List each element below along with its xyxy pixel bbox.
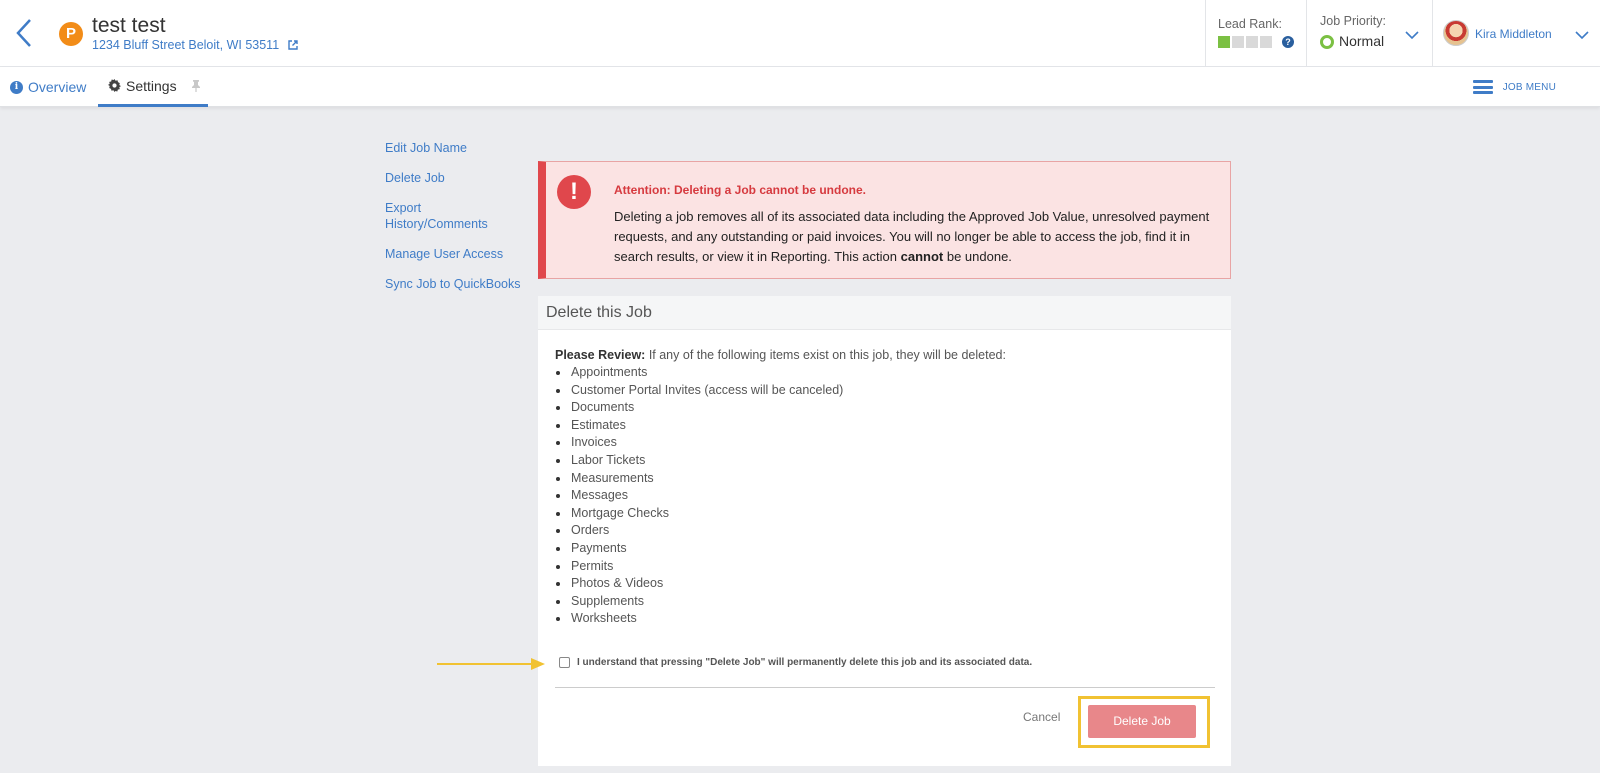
- job-priority-label: Job Priority:: [1320, 14, 1386, 28]
- lead-rank-box: [1246, 36, 1258, 48]
- side-menu-delete-job[interactable]: Delete Job: [385, 170, 525, 186]
- delete-job-button[interactable]: Delete Job: [1088, 705, 1196, 738]
- lead-rank-box: [1218, 36, 1230, 48]
- priority-status-icon: [1320, 35, 1334, 49]
- exclamation-icon: !: [557, 175, 591, 209]
- job-menu-label: JOB MENU: [1502, 81, 1556, 93]
- alert-body: Deleting a job removes all of its associ…: [614, 207, 1214, 267]
- list-item: Estimates: [555, 417, 843, 435]
- job-priority-section[interactable]: Job Priority: Normal: [1306, 0, 1432, 67]
- tab-settings-label: Settings: [126, 77, 177, 94]
- delete-warning-alert: ! Attention: Deleting a Job cannot be un…: [538, 161, 1231, 279]
- card-title: Delete this Job: [538, 296, 1231, 330]
- deleted-items-list: Appointments Customer Portal Invites (acc…: [555, 364, 843, 628]
- delete-job-card: Delete this Job Please Review: If any of…: [538, 296, 1231, 766]
- chevron-down-icon[interactable]: [1575, 27, 1589, 45]
- list-item: Orders: [555, 522, 843, 540]
- job-header: P test test 1234 Bluff Street Beloit, WI…: [0, 0, 1600, 67]
- confirm-checkbox[interactable]: [559, 657, 570, 668]
- side-menu-edit-job-name[interactable]: Edit Job Name: [385, 140, 525, 156]
- lead-rank-box: [1260, 36, 1272, 48]
- alert-title: Attention: Deleting a Job cannot be undo…: [614, 183, 866, 197]
- job-priority-value: Normal: [1339, 33, 1385, 49]
- list-item: Photos & Videos: [555, 575, 843, 593]
- list-item: Messages: [555, 487, 843, 505]
- list-item: Documents: [555, 399, 843, 417]
- list-item: Appointments: [555, 364, 843, 382]
- help-icon[interactable]: ?: [1282, 36, 1294, 48]
- settings-side-menu: Edit Job Name Delete Job Export History/…: [385, 140, 525, 306]
- pin-icon[interactable]: [191, 79, 201, 92]
- tab-overview-label: Overview: [28, 79, 87, 95]
- side-menu-export-history[interactable]: Export History/Comments: [385, 200, 495, 232]
- list-item: Permits: [555, 558, 843, 576]
- side-menu-manage-user-access[interactable]: Manage User Access: [385, 246, 525, 262]
- side-menu-sync-quickbooks[interactable]: Sync Job to QuickBooks: [385, 276, 525, 292]
- external-link-icon: [287, 40, 298, 50]
- divider: [555, 687, 1215, 688]
- list-item: Supplements: [555, 593, 843, 611]
- gear-icon: [108, 79, 121, 92]
- list-item: Labor Tickets: [555, 452, 843, 470]
- chevron-down-icon[interactable]: [1405, 27, 1419, 45]
- list-item: Customer Portal Invites (access will be …: [555, 382, 843, 400]
- review-label: Please Review:: [555, 348, 646, 362]
- alert-body-end: be undone.: [943, 249, 1012, 264]
- lead-rank-label: Lead Rank:: [1218, 17, 1282, 31]
- annotation-arrow-icon: [437, 657, 547, 676]
- user-name: Kira Middleton: [1475, 27, 1552, 41]
- list-item: Mortgage Checks: [555, 505, 843, 523]
- list-item: Worksheets: [555, 610, 843, 628]
- job-title: test test: [92, 14, 166, 37]
- alert-body-emphasis: cannot: [900, 249, 944, 264]
- tab-overview[interactable]: i Overview: [10, 67, 86, 107]
- lead-rank-section: Lead Rank: ?: [1205, 0, 1306, 67]
- user-menu[interactable]: Kira Middleton: [1432, 0, 1600, 67]
- tab-settings[interactable]: Settings: [98, 67, 208, 107]
- review-description: If any of the following items exist on t…: [645, 348, 1006, 362]
- job-address-link[interactable]: 1234 Bluff Street Beloit, WI 53511: [92, 38, 298, 52]
- job-status-badge: P: [59, 22, 83, 46]
- confirm-row: I understand that pressing "Delete Job" …: [559, 657, 1032, 668]
- list-item: Payments: [555, 540, 843, 558]
- back-chevron-icon[interactable]: [14, 18, 36, 48]
- job-menu-button[interactable]: JOB MENU: [1472, 67, 1556, 107]
- list-item: Measurements: [555, 470, 843, 488]
- info-icon: i: [10, 80, 23, 94]
- confirm-text: I understand that pressing "Delete Job" …: [577, 657, 1033, 668]
- job-address-text: 1234 Bluff Street Beloit, WI 53511: [92, 38, 280, 52]
- lead-rank-box: [1232, 36, 1244, 48]
- hamburger-icon: [1472, 80, 1493, 94]
- cancel-button[interactable]: Cancel: [1023, 710, 1060, 724]
- review-text: Please Review: If any of the following i…: [555, 348, 1006, 362]
- lead-rank-boxes[interactable]: [1218, 36, 1272, 48]
- avatar: [1443, 20, 1469, 46]
- list-item: Invoices: [555, 434, 843, 452]
- job-tabs: i Overview Settings JOB MENU: [0, 67, 1600, 107]
